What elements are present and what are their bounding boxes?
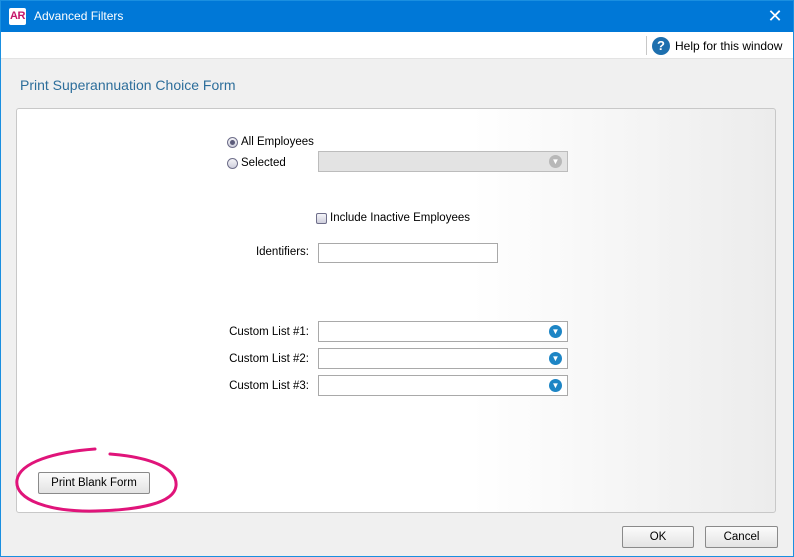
radio-button-checked[interactable]	[227, 136, 238, 148]
custom-list-2-label: Custom List #2:	[229, 353, 309, 365]
custom-list-2-select[interactable]: ▼	[318, 348, 568, 369]
window-title: Advanced Filters	[34, 9, 124, 23]
advanced-filters-window: AR Advanced Filters ✕ ? Help for this wi…	[0, 0, 794, 557]
help-divider	[646, 36, 647, 55]
page-title: Print Superannuation Choice Form	[20, 77, 236, 93]
custom-list-3-select[interactable]: ▼	[318, 375, 568, 396]
app-logo: AR	[9, 8, 26, 25]
radio-button[interactable]	[227, 157, 238, 169]
cancel-button[interactable]: Cancel	[705, 526, 778, 548]
include-inactive-label: Include Inactive Employees	[330, 212, 470, 224]
all-employees-label: All Employees	[241, 136, 314, 148]
chevron-down-icon[interactable]: ▼	[549, 379, 562, 392]
close-icon[interactable]: ✕	[761, 3, 789, 29]
help-link[interactable]: ? Help for this window	[652, 35, 782, 56]
custom-list-3-label: Custom List #3:	[229, 380, 309, 392]
radio-all-employees[interactable]: All Employees	[227, 136, 314, 148]
identifiers-label: Identifiers:	[255, 246, 309, 258]
custom-list-1-select[interactable]: ▼	[318, 321, 568, 342]
chevron-down-icon[interactable]: ▼	[549, 352, 562, 365]
chevron-down-icon: ▼	[549, 155, 562, 168]
print-blank-form-button[interactable]: Print Blank Form	[38, 472, 150, 494]
selected-label: Selected	[241, 157, 286, 169]
checkbox[interactable]	[316, 212, 327, 224]
ok-button[interactable]: OK	[622, 526, 694, 548]
title-bar: AR Advanced Filters ✕	[1, 1, 793, 32]
help-bar: ? Help for this window	[1, 32, 793, 59]
identifiers-field[interactable]	[318, 243, 498, 263]
custom-list-1-label: Custom List #1:	[229, 326, 309, 338]
selected-employees-select: ▼	[318, 151, 568, 172]
help-label: Help for this window	[675, 38, 783, 53]
radio-selected[interactable]: Selected	[227, 157, 286, 169]
include-inactive-checkbox[interactable]: Include Inactive Employees	[316, 212, 470, 224]
chevron-down-icon[interactable]: ▼	[549, 325, 562, 338]
help-question-icon: ?	[652, 36, 670, 55]
